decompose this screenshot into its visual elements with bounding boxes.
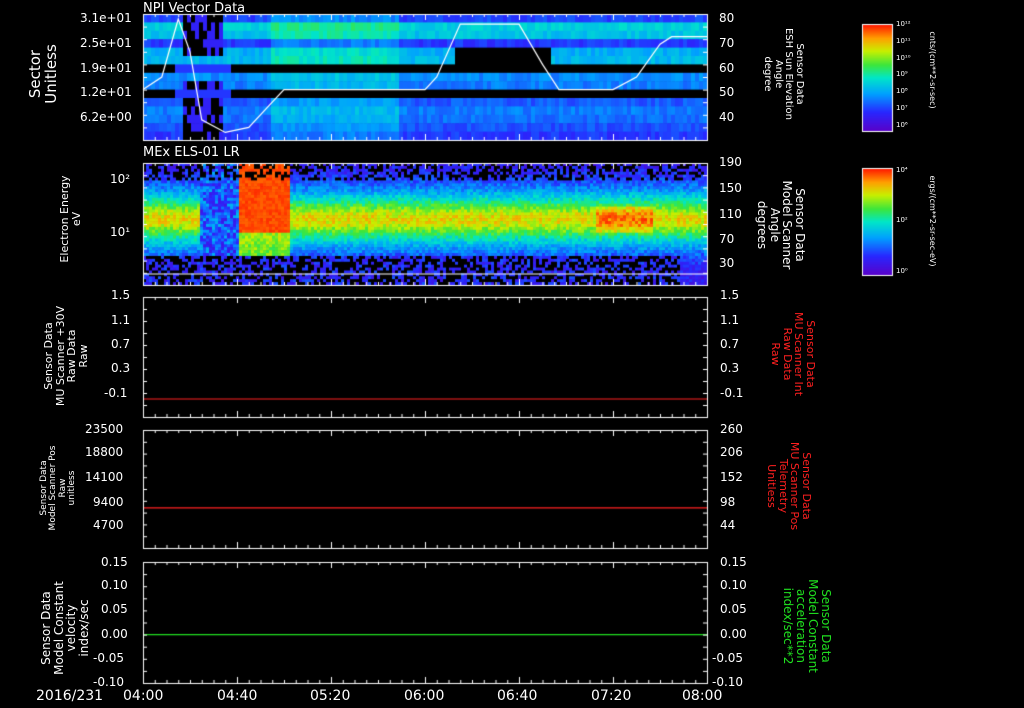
xtick-3: 06:00 — [404, 688, 445, 704]
p1-ytick-2: 1.9e+01 — [80, 61, 132, 75]
p4-y2tick-2: 152 — [720, 470, 743, 484]
p2-y2tick-2: 110 — [719, 207, 742, 221]
xtick-4: 06:40 — [497, 688, 538, 704]
p5-y2tick-4: -0.05 — [712, 651, 744, 665]
xtick-0: 04:00 — [123, 688, 164, 704]
plot-canvas — [0, 0, 1024, 708]
p3-ytick-0: 1.5 — [111, 288, 131, 302]
cb1-tick-2: 10¹⁰ — [896, 54, 911, 62]
p1-left-label: Sector Unitless — [26, 44, 60, 104]
p2-ytick-0: 10² — [110, 172, 131, 186]
p3-left-label: Sensor Data MU Scanner +30V Raw Data Raw — [42, 305, 90, 407]
p5-right-label: Sensor Data Model Constant acceleration … — [781, 579, 833, 673]
p4-ytick-1: 18800 — [85, 445, 124, 459]
p3-y2tick-0: 1.5 — [720, 288, 740, 302]
panel2-title: MEx ELS-01 LR — [143, 145, 240, 160]
p1-y2tick-4: 40 — [719, 110, 735, 124]
p2-right-label: Sensor Data Model Scanner Angle degrees — [755, 180, 807, 270]
p1-y2tick-1: 70 — [719, 36, 735, 50]
p4-ytick-4: 4700 — [93, 518, 124, 532]
p3-y2tick-2: 0.7 — [720, 337, 740, 351]
p4-y2tick-3: 98 — [720, 495, 736, 509]
p4-y2tick-0: 260 — [720, 422, 743, 436]
p5-y2tick-0: 0.15 — [720, 555, 747, 569]
cb1-tick-1: 10¹¹ — [896, 37, 911, 45]
cb1-tick-5: 10⁷ — [896, 104, 908, 112]
panel1-title: NPI Vector Data — [143, 1, 246, 16]
p3-right-label: Sensor Data MU Scanner Int Raw Data Raw — [769, 311, 817, 397]
date-label: 2016/231 — [36, 688, 104, 704]
p3-ytick-1: 1.1 — [111, 313, 131, 327]
p3-ytick-4: -0.1 — [104, 386, 128, 400]
p5-left-label: Sensor Data Model Constant velocity inde… — [39, 581, 91, 675]
cb1-label: cnts/(cm**2-sr-sec) — [928, 31, 937, 109]
cb2-label: ergs/(cm**2-sr-sec-eV) — [928, 175, 937, 267]
xtick-1: 04:40 — [217, 688, 258, 704]
p4-y2tick-4: 44 — [720, 518, 736, 532]
p3-ytick-3: 0.3 — [111, 361, 131, 375]
p3-y2tick-4: -0.1 — [720, 386, 744, 400]
p4-ytick-0: 23500 — [85, 422, 124, 436]
p5-ytick-3: 0.00 — [101, 627, 128, 641]
p3-y2tick-1: 1.1 — [720, 313, 740, 327]
cb2-tick-2: 10⁰ — [896, 267, 908, 275]
p1-y2tick-3: 50 — [719, 85, 735, 99]
p2-ytick-1: 10¹ — [110, 225, 131, 239]
cb1-title: NF — [866, 14, 879, 23]
p1-ytick-3: 1.2e+01 — [80, 85, 132, 99]
p1-right-label: Sensor Data ESH Sun Elevation Angle degr… — [762, 27, 806, 121]
cb1-tick-3: 10⁹ — [896, 70, 908, 78]
cb1-tick-0: 10¹² — [896, 20, 911, 28]
p5-y2tick-1: 0.10 — [720, 578, 747, 592]
p4-ytick-2: 14100 — [85, 470, 124, 484]
p1-ytick-4: 6.2e+00 — [80, 110, 132, 124]
p3-y2tick-3: 0.3 — [720, 361, 740, 375]
cb2-tick-0: 10⁴ — [896, 166, 908, 174]
p4-right-label: Sensor Data MU Scanner Pos Telemetry Uni… — [765, 441, 813, 531]
p5-ytick-2: 0.05 — [101, 602, 128, 616]
xtick-2: 05:20 — [310, 688, 351, 704]
p2-y2tick-4: 30 — [719, 256, 735, 270]
xtick-6: 08:00 — [682, 688, 723, 704]
p5-y2tick-2: 0.05 — [720, 602, 747, 616]
p5-ytick-1: 0.10 — [101, 578, 128, 592]
p2-left-label: Electron Energy eV — [58, 175, 83, 263]
cb2-title: DEF — [862, 159, 880, 168]
cb2-tick-1: 10² — [896, 216, 908, 224]
p4-y2tick-1: 206 — [720, 445, 743, 459]
p2-y2tick-3: 70 — [719, 232, 735, 246]
p4-ytick-3: 9400 — [93, 495, 124, 509]
p2-y2tick-0: 190 — [719, 155, 742, 169]
cb1-tick-6: 10⁶ — [896, 121, 908, 129]
p4-left-label: Sensor Data Model Scanner Pos Raw unitle… — [39, 445, 78, 531]
p3-ytick-2: 0.7 — [111, 337, 131, 351]
p5-ytick-0: 0.15 — [101, 555, 128, 569]
p5-y2tick-5: -0.10 — [712, 675, 744, 689]
xtick-5: 07:20 — [591, 688, 632, 704]
p1-ytick-0: 3.1e+01 — [80, 11, 132, 25]
p5-y2tick-3: 0.00 — [720, 627, 747, 641]
p1-y2tick-0: 80 — [719, 11, 735, 25]
p2-y2tick-1: 150 — [719, 181, 742, 195]
cb1-tick-4: 10⁸ — [896, 87, 908, 95]
p1-ytick-1: 2.5e+01 — [80, 36, 132, 50]
p1-y2tick-2: 60 — [719, 61, 735, 75]
